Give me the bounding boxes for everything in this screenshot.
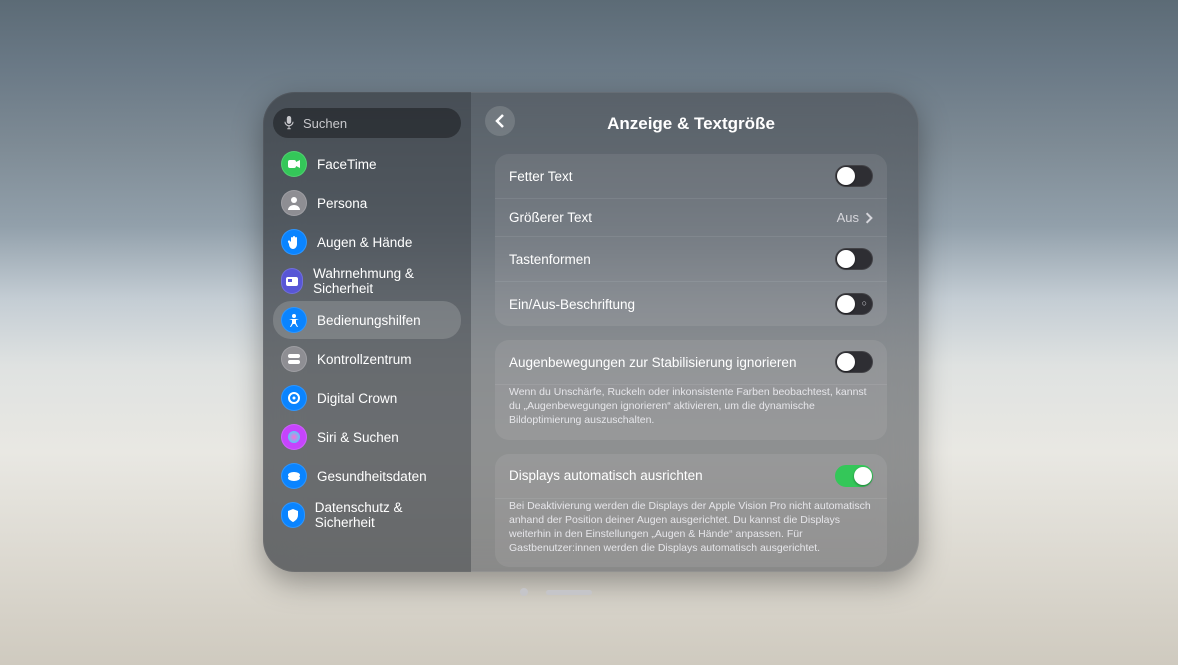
health-icon bbox=[281, 463, 307, 489]
sidebar-nav: FaceTime Persona Augen & Hände Wahrnehmung … bbox=[271, 144, 463, 572]
hand-icon bbox=[281, 229, 307, 255]
row-label: Tastenformen bbox=[509, 252, 591, 267]
sidebar-item-wahrnehmung-sicherheit[interactable]: Wahrnehmung & Sicherheit bbox=[273, 262, 461, 300]
switches-icon bbox=[281, 346, 307, 372]
settings-group: Displays automatisch ausrichten Bei Deakt… bbox=[495, 454, 887, 568]
sidebar-item-kontrollzentrum[interactable]: Kontrollzentrum bbox=[273, 340, 461, 378]
group-footer-note: Wenn du Unschärfe, Ruckeln oder inkonsis… bbox=[495, 385, 887, 440]
toggle-knob bbox=[837, 353, 855, 371]
sidebar-item-siri-suchen[interactable]: Siri & Suchen bbox=[273, 418, 461, 456]
sidebar-item-persona[interactable]: Persona bbox=[273, 184, 461, 222]
sidebar-item-datenschutz-sicherheit[interactable]: Datenschutz & Sicherheit bbox=[273, 496, 461, 534]
toggle-switch[interactable] bbox=[835, 165, 873, 187]
toggle-onoff-label-icon: ○ bbox=[862, 298, 867, 308]
row-label: Augenbewegungen zur Stabilisierung ignor… bbox=[509, 355, 796, 370]
mic-icon bbox=[283, 116, 295, 130]
video-icon bbox=[281, 151, 307, 177]
toggle-switch[interactable]: ○ bbox=[835, 293, 873, 315]
group-footer-note: Bei Deaktivierung werden die Displays de… bbox=[495, 499, 887, 568]
search-input[interactable]: Suchen bbox=[273, 108, 461, 138]
settings-window: Suchen FaceTime Persona Augen & Hände Wahrn… bbox=[263, 92, 919, 572]
grabber-bar-icon bbox=[546, 590, 592, 595]
sidebar-item-label: Siri & Suchen bbox=[317, 430, 399, 445]
window-grabber[interactable] bbox=[520, 588, 592, 596]
toggle-knob bbox=[837, 250, 855, 268]
back-button[interactable] bbox=[485, 106, 515, 136]
sidebar-item-label: Datenschutz & Sicherheit bbox=[315, 500, 453, 530]
settings-row[interactable]: Augenbewegungen zur Stabilisierung ignor… bbox=[495, 340, 887, 385]
sidebar-item-label: FaceTime bbox=[317, 157, 377, 172]
settings-row[interactable]: Fetter Text bbox=[495, 154, 887, 199]
shield-icon bbox=[281, 502, 305, 528]
sidebar-item-augen-h-nde[interactable]: Augen & Hände bbox=[273, 223, 461, 261]
sidebar-item-label: Bedienungshilfen bbox=[317, 313, 421, 328]
settings-row[interactable]: Größerer Text Aus bbox=[495, 199, 887, 237]
row-label: Fetter Text bbox=[509, 169, 573, 184]
settings-group: Fetter Text Größerer Text Aus Tastenformen E… bbox=[495, 154, 887, 326]
sidebar-item-gesundheitsdaten[interactable]: Gesundheitsdaten bbox=[273, 457, 461, 495]
toggle-knob bbox=[854, 467, 872, 485]
accessibility-icon bbox=[281, 307, 307, 333]
sidebar-item-label: Kontrollzentrum bbox=[317, 352, 412, 367]
row-label: Ein/Aus-Beschriftung bbox=[509, 297, 635, 312]
row-value: Aus bbox=[837, 210, 873, 225]
sidebar-item-label: Augen & Hände bbox=[317, 235, 412, 250]
sidebar-item-label: Digital Crown bbox=[317, 391, 397, 406]
sidebar: Suchen FaceTime Persona Augen & Hände Wahrn… bbox=[263, 92, 471, 572]
page-title: Anzeige & Textgröße bbox=[495, 114, 887, 134]
settings-content: Anzeige & Textgröße Fetter Text Größerer … bbox=[471, 92, 919, 572]
sidebar-item-label: Persona bbox=[317, 196, 367, 211]
sidebar-item-label: Wahrnehmung & Sicherheit bbox=[313, 266, 453, 296]
row-label: Displays automatisch ausrichten bbox=[509, 468, 703, 483]
badge-icon bbox=[281, 268, 303, 294]
sidebar-item-label: Gesundheitsdaten bbox=[317, 469, 427, 484]
sidebar-item-facetime[interactable]: FaceTime bbox=[273, 145, 461, 183]
toggle-switch[interactable] bbox=[835, 351, 873, 373]
siri-icon bbox=[281, 424, 307, 450]
toggle-knob bbox=[837, 295, 855, 313]
grabber-dot-icon bbox=[520, 588, 528, 596]
settings-row[interactable]: Displays automatisch ausrichten bbox=[495, 454, 887, 499]
settings-group: Augenbewegungen zur Stabilisierung ignor… bbox=[495, 340, 887, 440]
row-label: Größerer Text bbox=[509, 210, 592, 225]
toggle-knob bbox=[837, 167, 855, 185]
chevron-left-icon bbox=[495, 114, 505, 128]
toggle-switch[interactable] bbox=[835, 465, 873, 487]
search-placeholder: Suchen bbox=[303, 116, 347, 131]
sidebar-item-digital-crown[interactable]: Digital Crown bbox=[273, 379, 461, 417]
chevron-right-icon bbox=[865, 212, 873, 224]
sidebar-item-bedienungshilfen[interactable]: Bedienungshilfen bbox=[273, 301, 461, 339]
settings-row[interactable]: Tastenformen bbox=[495, 237, 887, 282]
toggle-switch[interactable] bbox=[835, 248, 873, 270]
settings-row[interactable]: Ein/Aus-Beschriftung ○ bbox=[495, 282, 887, 326]
crown-icon bbox=[281, 385, 307, 411]
person-icon bbox=[281, 190, 307, 216]
